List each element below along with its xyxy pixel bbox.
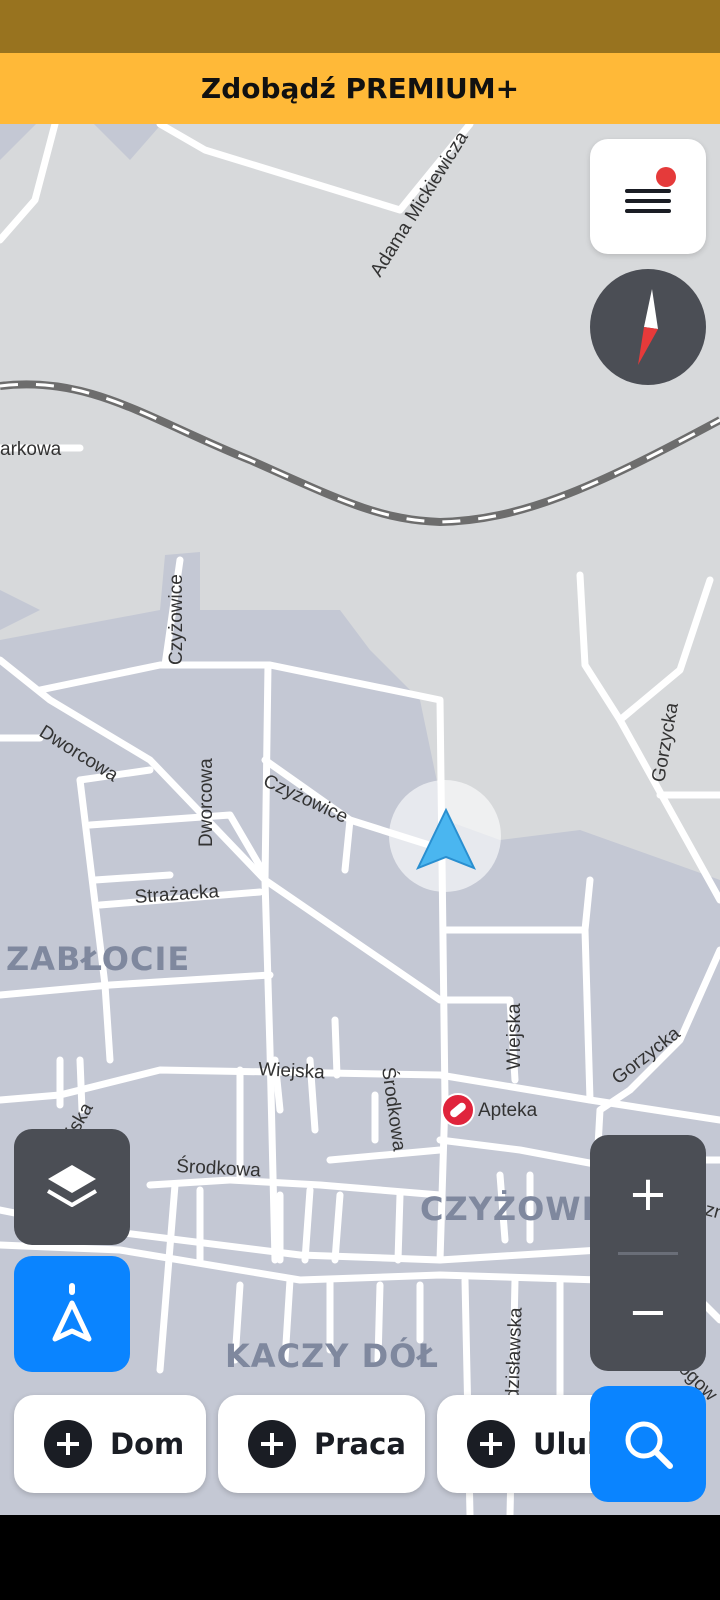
zoom-out-label: − (627, 1284, 669, 1340)
layers-icon (46, 1165, 98, 1207)
premium-banner-text: Zdobądź PREMIUM+ (200, 72, 520, 105)
street-label: Środkowa (176, 1155, 262, 1181)
street-label: Gorzycka (648, 701, 683, 784)
railway-line (0, 380, 720, 527)
compass-needle-icon (638, 289, 658, 365)
street-label: Czyżowice (166, 574, 187, 665)
shortcut-work-chip[interactable]: Praca (218, 1395, 425, 1493)
shortcut-label: Dom (110, 1427, 185, 1461)
district-label: ZABŁOCIE (6, 940, 190, 978)
menu-button[interactable] (590, 139, 706, 254)
shortcut-label: Praca (314, 1427, 406, 1461)
navigation-arrow-icon (52, 1283, 92, 1342)
street-label: Dworcowa (196, 758, 217, 847)
plus-icon (467, 1420, 515, 1468)
zoom-in-label: + (627, 1166, 669, 1222)
search-button[interactable] (590, 1386, 706, 1502)
notification-dot (656, 167, 676, 187)
district-label: KACZY DÓŁ (225, 1336, 439, 1375)
system-navigation-bar (0, 1515, 720, 1600)
zoom-controls: + − (590, 1135, 706, 1371)
shortcut-home-chip[interactable]: Dom (14, 1395, 206, 1493)
poi-label: Apteka (478, 1100, 538, 1121)
street-label: arkowa (0, 439, 62, 460)
compass-button[interactable] (590, 269, 706, 385)
plus-icon (248, 1420, 296, 1468)
premium-banner[interactable]: Zdobądź PREMIUM+ (0, 53, 720, 124)
search-icon (625, 1421, 673, 1469)
street-label: Wiejska (504, 1003, 525, 1070)
zoom-in-button[interactable]: + (590, 1135, 706, 1253)
status-bar (0, 0, 720, 53)
current-location-marker (389, 780, 501, 892)
navigate-button[interactable] (14, 1256, 130, 1372)
plus-icon (44, 1420, 92, 1468)
layers-button[interactable] (14, 1129, 130, 1245)
zoom-out-button[interactable]: − (590, 1253, 706, 1371)
street-label: Wiejska (258, 1059, 326, 1083)
